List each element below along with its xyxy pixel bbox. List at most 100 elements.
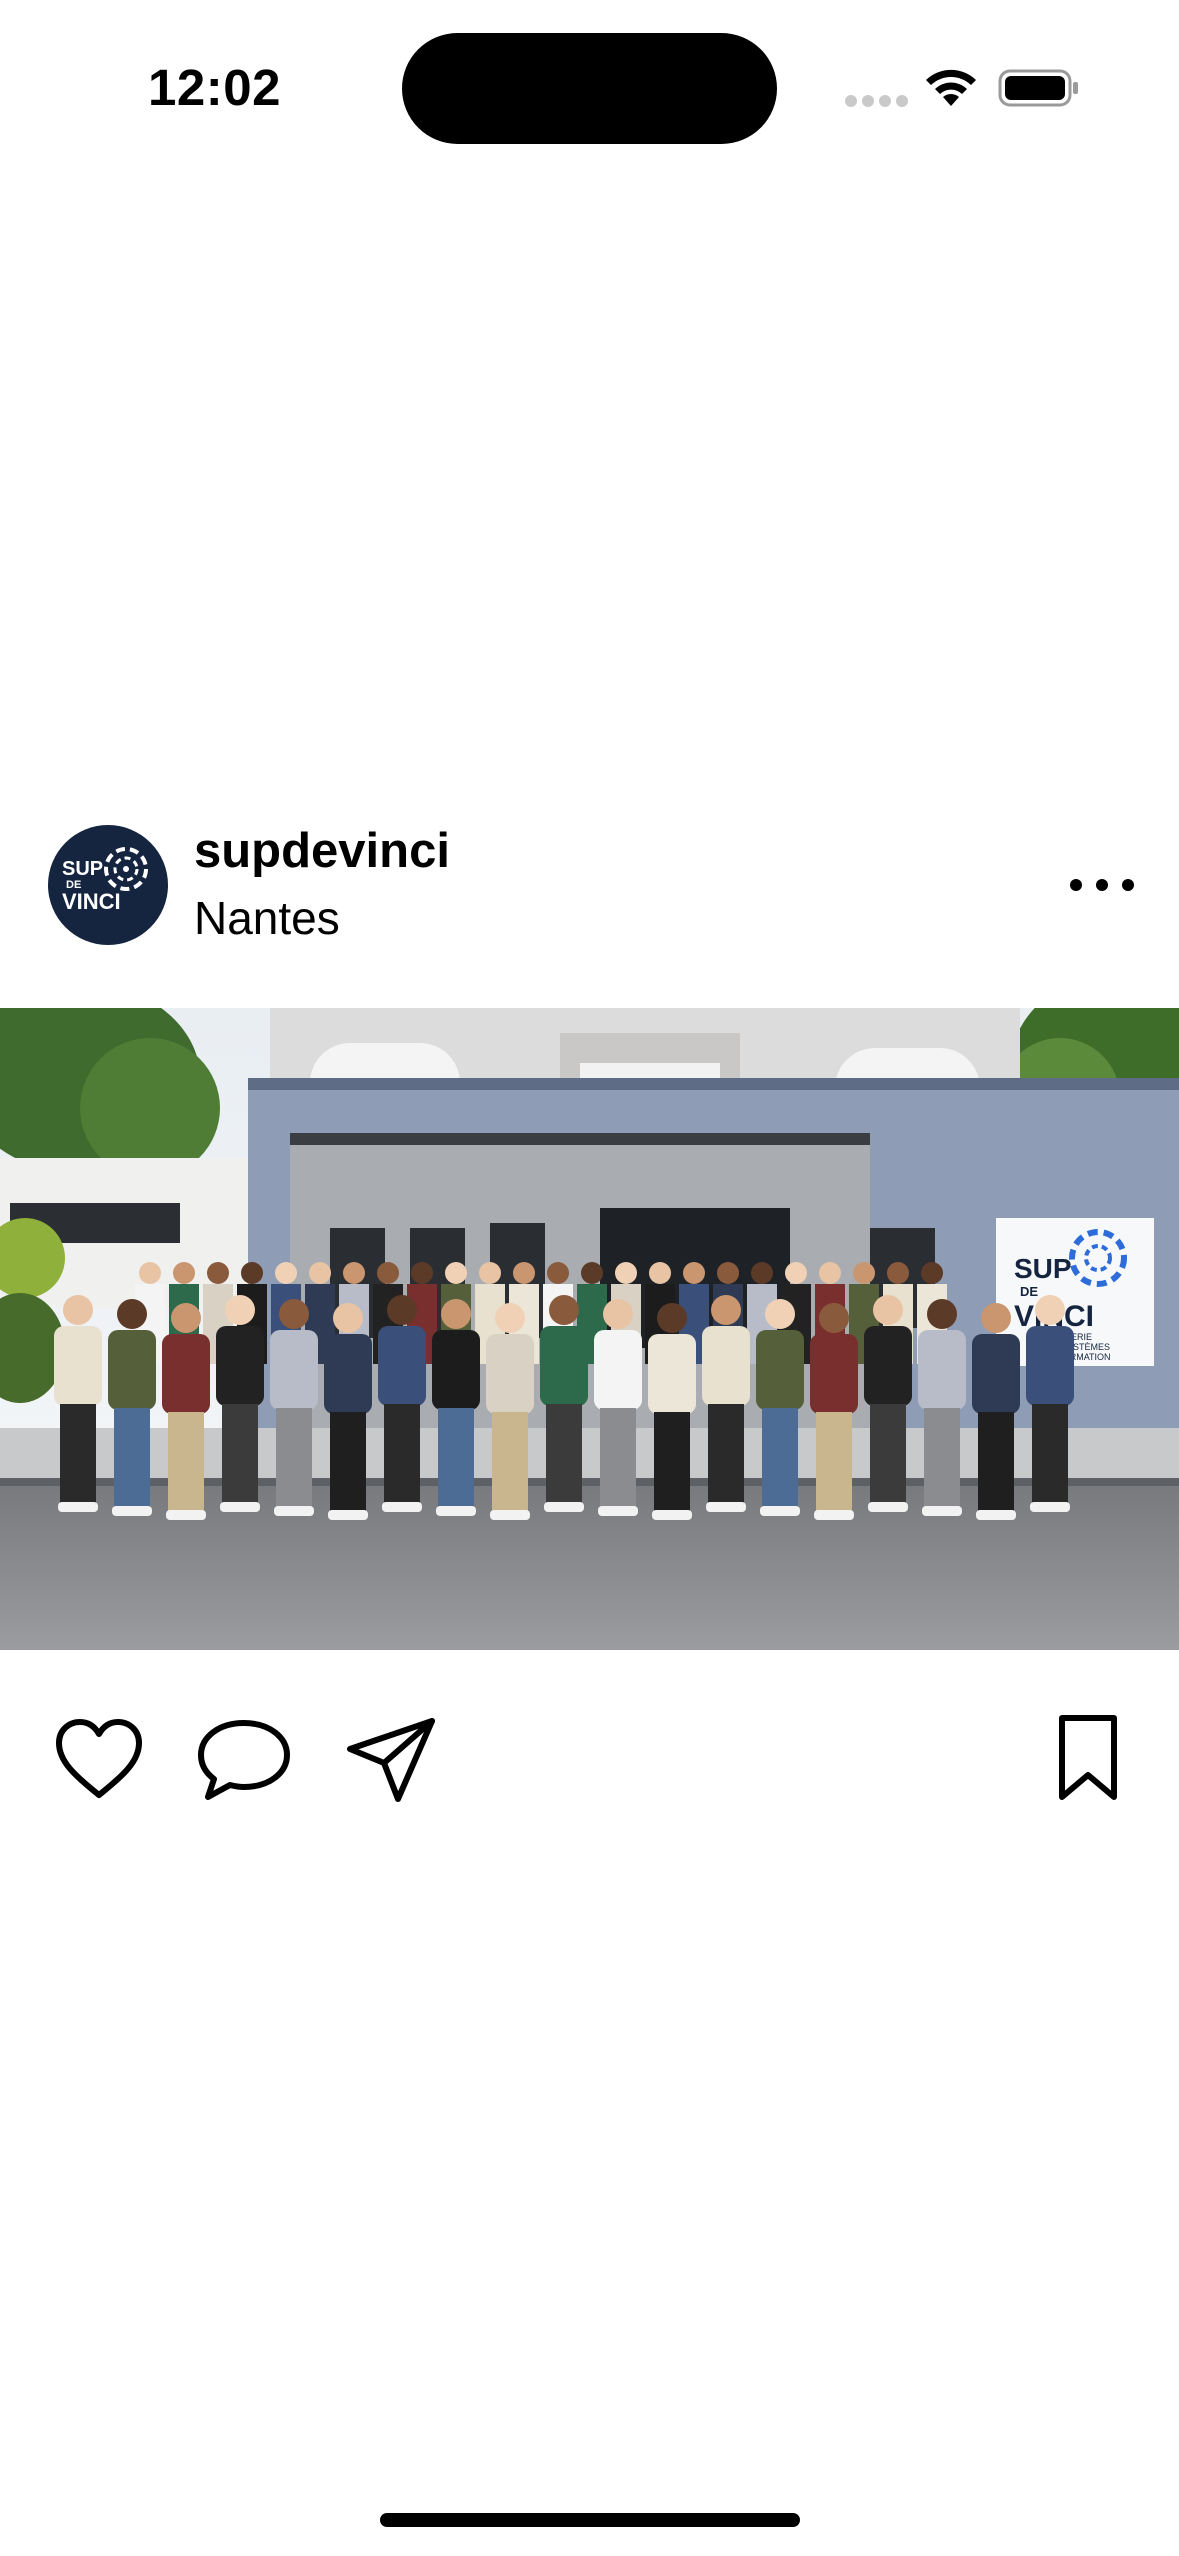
person-shirt — [486, 1334, 534, 1414]
person-head — [117, 1299, 147, 1329]
person-head — [657, 1303, 687, 1333]
person-legs — [330, 1412, 366, 1512]
person-legs — [438, 1408, 474, 1508]
person-legs — [492, 1412, 528, 1512]
post-photo[interactable]: SUP DE VINCI INGÉNIERIE DES SYSTÈMES D'I… — [0, 1008, 1179, 1650]
person-shoes — [112, 1506, 152, 1516]
person-head — [207, 1262, 229, 1284]
person-shirt — [378, 1326, 426, 1406]
heart-icon[interactable] — [54, 1717, 144, 1801]
person-shoes — [598, 1506, 638, 1516]
person-shirt — [324, 1334, 372, 1414]
person-legs — [708, 1404, 744, 1504]
person-legs — [978, 1412, 1014, 1512]
person-shirt — [270, 1330, 318, 1410]
person-head — [387, 1295, 417, 1325]
person-shirt — [54, 1326, 102, 1406]
person-head — [549, 1295, 579, 1325]
person-head — [887, 1262, 909, 1284]
person-legs — [546, 1404, 582, 1504]
person-shoes — [814, 1510, 854, 1520]
person-shirt — [540, 1326, 588, 1406]
status-time: 12:02 — [148, 59, 281, 116]
person-shoes — [922, 1506, 962, 1516]
person-head — [343, 1262, 365, 1284]
person-legs — [870, 1404, 906, 1504]
person-head — [615, 1262, 637, 1284]
person-shirt — [972, 1334, 1020, 1414]
bookmark-icon[interactable] — [1056, 1713, 1120, 1803]
post-location[interactable]: Nantes — [194, 891, 340, 945]
dynamic-island — [402, 33, 777, 144]
person-shirt — [810, 1334, 858, 1414]
more-options-icon — [1070, 879, 1082, 891]
paper-plane-icon[interactable] — [344, 1715, 438, 1805]
person-shoes — [166, 1510, 206, 1520]
avatar-line-1: SUP — [62, 858, 104, 880]
person-head — [411, 1262, 433, 1284]
person-head — [1035, 1295, 1065, 1325]
person-legs — [222, 1404, 258, 1504]
person-head — [581, 1262, 603, 1284]
person-shoes — [220, 1502, 260, 1512]
person-shirt — [162, 1334, 210, 1414]
person-head — [445, 1262, 467, 1284]
more-options-button[interactable] — [1070, 870, 1134, 900]
person-head — [513, 1262, 535, 1284]
person-shirt — [1026, 1326, 1074, 1406]
post-username[interactable]: supdevinci — [194, 823, 450, 879]
person-head — [683, 1262, 705, 1284]
sign-text-sup: SUP — [1014, 1253, 1072, 1284]
avatar[interactable]: SUP DE VINCI — [48, 825, 168, 945]
home-indicator[interactable] — [380, 2513, 800, 2527]
person-legs — [60, 1404, 96, 1504]
sign-text-de: DE — [1020, 1284, 1038, 1299]
wifi-icon — [926, 69, 976, 106]
person-head — [173, 1262, 195, 1284]
post-header: SUP DE VINCI supdevinci Nantes — [0, 815, 1179, 955]
person-head — [819, 1303, 849, 1333]
person-head — [441, 1299, 471, 1329]
person-shoes — [1030, 1502, 1070, 1512]
person-head — [981, 1303, 1011, 1333]
person-shirt — [864, 1326, 912, 1406]
person-head — [921, 1262, 943, 1284]
person-shirt — [756, 1330, 804, 1410]
person-legs — [600, 1408, 636, 1508]
person-head — [225, 1295, 255, 1325]
comment-bubble-icon[interactable] — [196, 1717, 292, 1803]
person-shoes — [490, 1510, 530, 1520]
person-head — [279, 1299, 309, 1329]
status-bar: 12:02 — [0, 0, 1179, 170]
person-head — [63, 1295, 93, 1325]
person-legs — [816, 1412, 852, 1512]
person-shoes — [382, 1502, 422, 1512]
person-legs — [762, 1408, 798, 1508]
person-shoes — [274, 1506, 314, 1516]
person-head — [309, 1262, 331, 1284]
person-head — [819, 1262, 841, 1284]
person-shoes — [760, 1506, 800, 1516]
person-shoes — [976, 1510, 1016, 1520]
person-legs — [1032, 1404, 1068, 1504]
person-head — [765, 1299, 795, 1329]
person-shirt — [702, 1326, 750, 1406]
person-shoes — [544, 1502, 584, 1512]
person-legs — [168, 1412, 204, 1512]
person-shirt — [918, 1330, 966, 1410]
person-head — [479, 1262, 501, 1284]
person-shoes — [868, 1502, 908, 1512]
person-shirt — [108, 1330, 156, 1410]
person-head — [717, 1262, 739, 1284]
person-head — [873, 1295, 903, 1325]
cellular-signal-icon — [845, 95, 908, 107]
person-shirt — [648, 1334, 696, 1414]
person-legs — [114, 1408, 150, 1508]
battery-icon — [998, 69, 1078, 107]
person-legs — [384, 1404, 420, 1504]
person-head — [927, 1299, 957, 1329]
person-head — [853, 1262, 875, 1284]
person-shoes — [706, 1502, 746, 1512]
person-head — [139, 1262, 161, 1284]
person-shoes — [652, 1510, 692, 1520]
